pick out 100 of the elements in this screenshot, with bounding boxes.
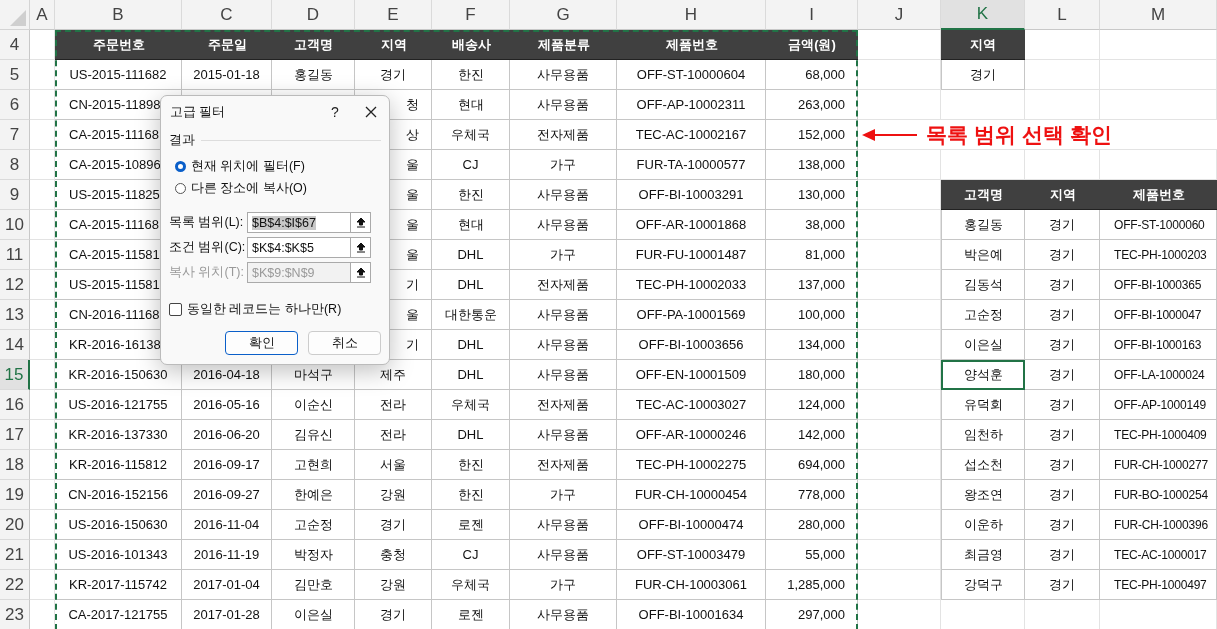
table-cell: 가구 [510,480,617,510]
column-header[interactable]: H [617,0,766,30]
table-cell: 경기 [1025,510,1100,540]
row-header[interactable]: 12 [0,270,30,300]
table-cell: 전라 [355,390,432,420]
empty-cell [30,150,55,180]
table-cell: 강원 [355,480,432,510]
table-cell: 고순정 [941,300,1025,330]
column-header[interactable]: A [30,0,55,30]
input-field[interactable]: $B$4:$I$67 [247,212,351,233]
table-cell: OFF-AP-10002311 [617,90,766,120]
table-cell: 현대 [432,210,510,240]
table-cell: 양석훈 [941,360,1025,390]
close-icon [365,106,377,118]
table-cell: 이은실 [941,330,1025,360]
table-cell: 왕조연 [941,480,1025,510]
table-cell: 경기 [1025,540,1100,570]
row-header[interactable]: 22 [0,570,30,600]
row-header[interactable]: 11 [0,240,30,270]
table-cell: 152,000 [766,120,858,150]
table-cell: DHL [432,270,510,300]
table-cell: 전자제품 [510,390,617,420]
table-cell: 130,000 [766,180,858,210]
row-header[interactable]: 7 [0,120,30,150]
table-cell: 263,000 [766,90,858,120]
upload-arrow-icon [355,217,366,228]
collapse-button[interactable] [351,212,371,233]
empty-cell [30,510,55,540]
table-cell: 180,000 [766,360,858,390]
table-cell: FUR-FU-10001487 [617,240,766,270]
row-header[interactable]: 23 [0,600,30,629]
column-header[interactable]: C [182,0,272,30]
column-header[interactable]: L [1025,0,1100,30]
column-heading: 금액(원) [766,30,858,60]
empty-cell [30,60,55,90]
table-cell: 2016-11-04 [182,510,272,540]
column-header[interactable]: E [355,0,432,30]
table-cell: US-2016-150630 [55,510,182,540]
table-cell: 사무용품 [510,300,617,330]
empty-cell [30,450,55,480]
table-cell: 강덕구 [941,570,1025,600]
table-cell: 137,000 [766,270,858,300]
column-heading: 제품분류 [510,30,617,60]
table-cell: 55,000 [766,540,858,570]
table-cell: OFF-BI-1000047 [1100,300,1217,330]
dialog-button[interactable]: 확인 [225,331,298,355]
table-cell: OFF-BI-1000365 [1100,270,1217,300]
table-cell: 가구 [510,570,617,600]
row-header[interactable]: 4 [0,30,30,60]
table-cell: OFF-BI-10003656 [617,330,766,360]
collapse-button[interactable] [351,237,371,258]
column-header[interactable]: I [766,0,858,30]
column-header[interactable]: M [1100,0,1217,30]
row-header[interactable]: 10 [0,210,30,240]
table-cell: 사무용품 [510,360,617,390]
table-cell: FUR-TA-10000577 [617,150,766,180]
input-field[interactable]: $K$4:$K$5 [247,237,351,258]
table-cell: 박은예 [941,240,1025,270]
table-cell: 2016-06-20 [182,420,272,450]
row-header[interactable]: 6 [0,90,30,120]
table-cell: 유덕회 [941,390,1025,420]
row-header[interactable]: 20 [0,510,30,540]
table-cell: 134,000 [766,330,858,360]
row-header[interactable]: 19 [0,480,30,510]
row-header[interactable]: 5 [0,60,30,90]
table-cell: 로젠 [432,600,510,629]
dialog-button[interactable]: 취소 [308,331,381,355]
help-button[interactable]: ? [317,98,353,126]
table-cell: 박정자 [272,540,355,570]
row-header[interactable]: 13 [0,300,30,330]
table-cell: TEC-PH-1000203 [1100,240,1217,270]
row-header[interactable]: 9 [0,180,30,210]
table-cell: 우체국 [432,570,510,600]
row-header[interactable]: 21 [0,540,30,570]
table-cell: 한진 [432,480,510,510]
row-header[interactable]: 14 [0,330,30,360]
empty-cell [30,240,55,270]
collapse-button[interactable] [351,262,371,283]
empty-cell [30,270,55,300]
table-cell: 경기 [1025,240,1100,270]
column-header[interactable]: G [510,0,617,30]
column-header[interactable]: B [55,0,182,30]
empty-cell [30,210,55,240]
column-heading: 고객명 [941,180,1025,210]
table-cell: 100,000 [766,300,858,330]
table-cell: 38,000 [766,210,858,240]
row-header[interactable]: 17 [0,420,30,450]
table-cell: 경기 [1025,420,1100,450]
row-header[interactable]: 18 [0,450,30,480]
column-header[interactable]: F [432,0,510,30]
column-header[interactable]: J [858,0,941,30]
table-cell: OFF-BI-10000474 [617,510,766,540]
row-header[interactable]: 15 [0,360,30,390]
table-cell: 최금영 [941,540,1025,570]
table-cell: 전라 [355,420,432,450]
table-cell: 2017-01-04 [182,570,272,600]
column-header[interactable]: K [941,0,1025,30]
row-header[interactable]: 16 [0,390,30,420]
row-header[interactable]: 8 [0,150,30,180]
column-header[interactable]: D [272,0,355,30]
